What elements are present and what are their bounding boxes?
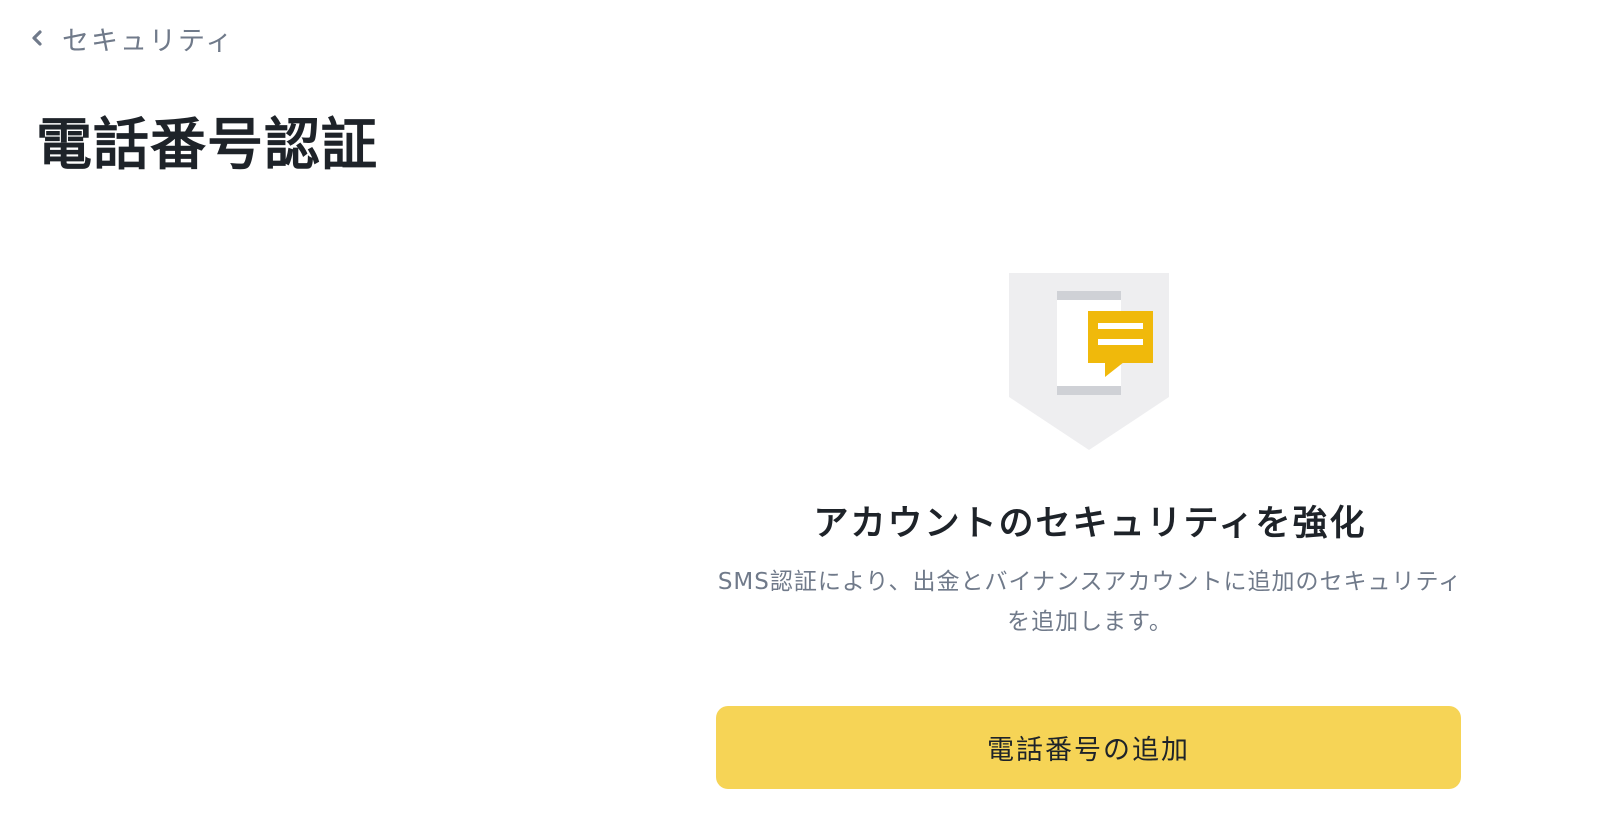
description: SMS認証により、出金とバイナンスアカウントに追加のセキュリティを追加します。	[717, 569, 1463, 635]
back-link-label: セキュリティ	[62, 25, 235, 57]
phone-verification-page: セキュリティ 電話番号認証 アカウントのセキュリティを強化 SMS認証により、出…	[0, 0, 1600, 823]
chevron-left-icon	[30, 29, 44, 47]
phone-sms-shield-icon	[1009, 273, 1169, 450]
add-phone-number-button[interactable]: 電話番号の追加	[716, 706, 1461, 789]
back-to-security-link[interactable]: セキュリティ	[30, 18, 234, 58]
headline: アカウントのセキュリティを強化	[813, 504, 1367, 544]
page-title: 電話番号認証	[36, 113, 378, 178]
